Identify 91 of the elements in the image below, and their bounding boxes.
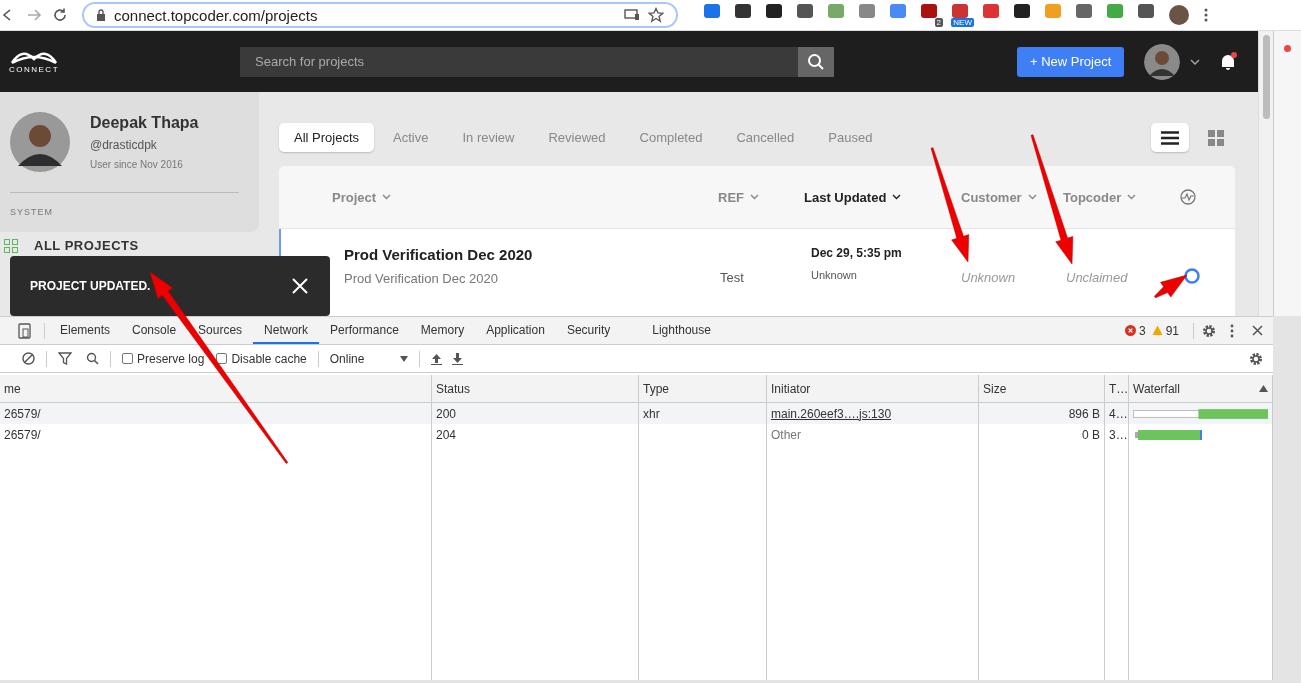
- status-ring-icon: [1184, 268, 1200, 284]
- caret-icon[interactable]: [1190, 58, 1201, 65]
- filter-tab[interactable]: All Projects: [279, 123, 375, 152]
- grid-icon[interactable]: [1208, 129, 1224, 146]
- notification-dot: [1284, 45, 1291, 52]
- scrollbar-thumb[interactable]: [1262, 35, 1270, 119]
- table-cell: 0 B: [1082, 427, 1100, 442]
- download-icon[interactable]: [452, 352, 464, 365]
- user-name: Deepak Thapa: [90, 114, 199, 132]
- option-checkbox[interactable]: Preserve log: [122, 351, 205, 366]
- address-bar[interactable]: connect.topcoder.com/projects: [82, 2, 678, 28]
- devtools-tab[interactable]: Sources: [187, 317, 254, 344]
- list-icon[interactable]: [1161, 130, 1179, 145]
- column-header[interactable]: me: [4, 381, 21, 396]
- search-button[interactable]: [798, 46, 834, 77]
- table-cell-text: Unclaimed: [1066, 270, 1129, 285]
- devtools-tab[interactable]: Security: [555, 317, 622, 344]
- error-icon[interactable]: [1124, 325, 1136, 336]
- filter-icon[interactable]: [58, 352, 72, 365]
- devtools-tab[interactable]: Network: [253, 317, 320, 344]
- search-icon[interactable]: [86, 352, 99, 365]
- profile-avatar[interactable]: [1169, 5, 1189, 25]
- column-header[interactable]: Size: [983, 381, 1007, 396]
- column-header[interactable]: Status: [436, 381, 471, 396]
- devtools-tab[interactable]: Memory: [409, 317, 476, 344]
- throttle-select[interactable]: Online: [329, 351, 409, 366]
- upload-icon[interactable]: [431, 352, 443, 365]
- settings-icon[interactable]: [1202, 323, 1216, 338]
- extension-icon[interactable]: [766, 4, 782, 18]
- menu-icon[interactable]: [1204, 8, 1208, 22]
- extension-icon[interactable]: [735, 4, 751, 18]
- devtools-tab[interactable]: Lighthouse: [641, 317, 722, 344]
- table-cell: 200: [436, 406, 457, 421]
- table-cell: 204: [436, 427, 457, 442]
- error-count[interactable]: 3: [1124, 323, 1146, 338]
- star-icon[interactable]: [648, 7, 664, 23]
- logo-text: CONNECT: [8, 65, 60, 74]
- list-view-button[interactable]: [1151, 123, 1189, 152]
- table-cell: Other: [771, 427, 801, 442]
- devtools-tab[interactable]: Performance: [319, 317, 410, 344]
- waterfall-bar-drawing: [1133, 428, 1203, 441]
- table-cell: xhr: [643, 406, 660, 421]
- reload-icon[interactable]: [52, 7, 68, 23]
- device-toolbar-icon[interactable]: [18, 322, 32, 339]
- extension-icon[interactable]: [1014, 4, 1030, 18]
- sidebar-item[interactable]: ALL PROJECTS: [34, 238, 139, 253]
- extension-badge: 2: [934, 18, 943, 27]
- user-handle: @drasticdpk: [90, 138, 158, 152]
- caret-icon[interactable]: [892, 194, 902, 200]
- search-field[interactable]: Search for projects: [240, 46, 798, 77]
- column-header[interactable]: T…: [1109, 381, 1128, 396]
- clear-icon[interactable]: [22, 352, 35, 365]
- table-cell-text: Unknown: [961, 270, 1017, 285]
- table-cell: 896 B: [1068, 406, 1100, 421]
- annotation-arrow: [1154, 274, 1188, 299]
- close-icon[interactable]: [1252, 325, 1263, 336]
- dropdown-icon[interactable]: [400, 355, 409, 362]
- column-header[interactable]: Initiator: [771, 381, 811, 396]
- column-header[interactable]: Type: [643, 381, 669, 396]
- section-label: SYSTEM: [10, 207, 54, 217]
- table-cell: 3…: [1109, 427, 1128, 442]
- table-cell[interactable]: 26579/: [4, 427, 41, 442]
- sort-icon[interactable]: [1259, 385, 1268, 392]
- toast-message: PROJECT UPDATED.: [30, 279, 151, 293]
- column-header[interactable]: Waterfall: [1133, 381, 1180, 396]
- initiator-link[interactable]: main.260eef3….js:130: [771, 406, 892, 421]
- updated-date: Dec 29, 5:35 pm: [811, 246, 903, 260]
- avatar[interactable]: [1144, 43, 1181, 80]
- devtools-tab[interactable]: Application: [475, 317, 556, 344]
- more-icon[interactable]: [1230, 323, 1234, 338]
- search-icon[interactable]: [807, 52, 825, 71]
- project-description: Prod Verification Dec 2020: [344, 271, 499, 286]
- lock-icon[interactable]: [96, 9, 106, 21]
- extension-badge: NEW: [951, 18, 974, 27]
- activity-icon: [1180, 189, 1196, 205]
- table-cell-text: Test: [720, 270, 745, 285]
- new-project-button[interactable]: + New Project: [1017, 46, 1125, 77]
- devtools-tab[interactable]: Elements: [49, 317, 122, 344]
- column-header[interactable]: Last Updated: [804, 189, 961, 205]
- updated-by: Unknown: [811, 269, 858, 281]
- member-since: User since Nov 2016: [90, 159, 184, 170]
- close-button[interactable]: [292, 278, 308, 294]
- settings-icon[interactable]: [1249, 351, 1263, 366]
- table-cell: 4…: [1109, 406, 1128, 421]
- warning-count[interactable]: 91: [1151, 323, 1179, 338]
- project-name[interactable]: Prod Verification Dec 2020: [344, 246, 720, 263]
- devtools-tab[interactable]: Console: [121, 317, 188, 344]
- cast-icon[interactable]: [624, 9, 640, 21]
- grid-icon: [4, 238, 18, 253]
- table-cell[interactable]: 26579/: [4, 406, 41, 421]
- avatar: [10, 112, 70, 172]
